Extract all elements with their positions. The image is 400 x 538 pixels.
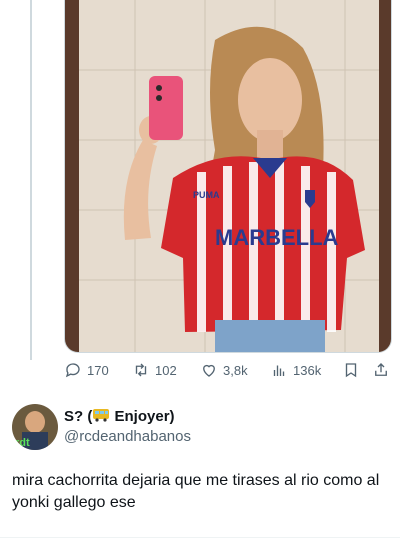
tweet-photo[interactable]: MARBELLA PUMA [64,0,392,353]
avatar-image: rdt [12,404,58,450]
bookmark-icon [345,363,357,378]
heart-icon [203,364,215,377]
like-button[interactable]: 3,8k [200,358,248,382]
display-name-part2: Enjoyer) [110,408,175,425]
avatar-label: rdt [15,437,30,449]
share-button[interactable] [372,358,390,382]
reply-header: rdt S? ( Enjoyer) @rcdeandhabanos [12,404,388,452]
shirt-text: MARBELLA [215,225,339,250]
tweet-actions: 170 102 3,8k 136k [58,358,394,382]
avatar[interactable]: rdt [12,404,58,450]
reply-icon [65,363,80,378]
pink-phone [149,76,183,140]
user-handle[interactable]: @rcdeandhabanos [64,428,191,445]
bookmark-button[interactable] [342,358,360,382]
mirror-selfie-image: MARBELLA PUMA [65,0,391,352]
retweet-count: 102 [155,362,177,378]
reply-count: 170 [87,362,109,378]
thread-line [30,0,32,360]
display-name[interactable]: S? ( Enjoyer) [64,408,175,425]
share-icon [375,363,387,376]
reply-button[interactable]: 170 [64,358,109,382]
retweet-icon [135,363,147,377]
views-button[interactable]: 136k [270,358,321,382]
view-count: 136k [293,362,322,378]
retweet-button[interactable]: 102 [132,358,177,382]
bus-icon [93,409,110,422]
reply-text: mira cachorrita dejaria que me tirases a… [12,472,380,511]
shirt-brand: PUMA [193,190,220,200]
display-name-part1: S? ( [64,408,93,425]
views-icon [273,365,285,376]
like-count: 3,8k [223,362,248,378]
